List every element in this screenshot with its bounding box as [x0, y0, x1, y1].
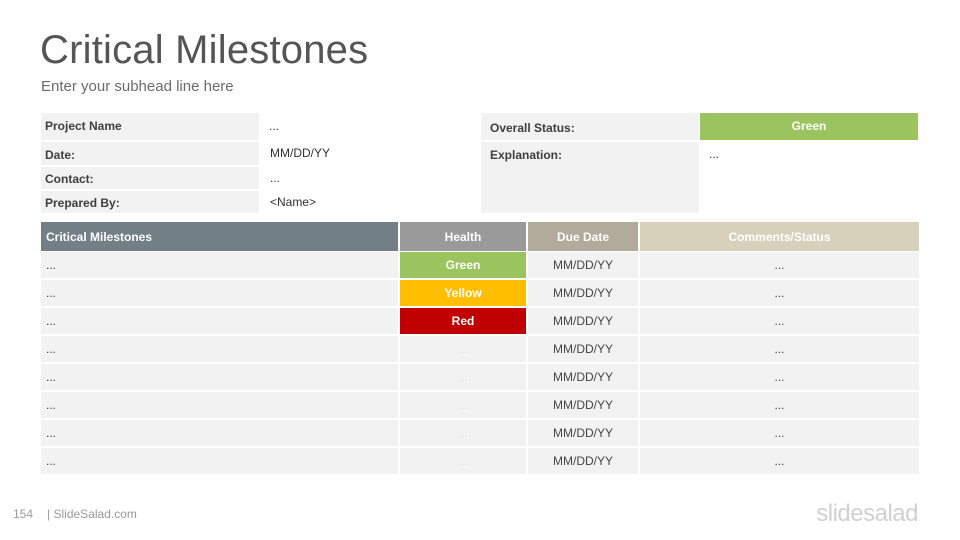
overall-status-label: Overall Status: [481, 113, 699, 140]
milestones-table: Critical Milestones Health Due Date Comm… [39, 222, 921, 476]
comments-cell: ... [640, 308, 919, 336]
table-row: ... ... MM/DD/YY ... [41, 448, 919, 476]
overall-status-value: Green [700, 113, 918, 140]
due-date-cell: MM/DD/YY [528, 392, 638, 420]
header-critical-milestones: Critical Milestones [41, 222, 398, 252]
milestone-cell: ... [41, 392, 398, 420]
due-date-cell: MM/DD/YY [528, 420, 638, 448]
date-label: Date: [41, 142, 259, 165]
milestone-cell: ... [41, 308, 398, 336]
project-name-label: Project Name [41, 113, 259, 140]
health-cell: ... [400, 448, 526, 476]
health-cell: ... [400, 392, 526, 420]
table-row: ... ... MM/DD/YY ... [41, 420, 919, 448]
comments-cell: ... [640, 448, 919, 476]
comments-cell: ... [640, 392, 919, 420]
explanation-value: ... [709, 147, 720, 161]
health-cell: Yellow [400, 280, 526, 308]
prepared-by-value: <Name> [270, 195, 317, 209]
prepared-by-label: Prepared By: [41, 191, 259, 213]
footer-site: | SlideSalad.com [47, 507, 137, 521]
health-cell: Red [400, 308, 526, 336]
header-comments-status: Comments/Status [640, 222, 919, 252]
header-health: Health [400, 222, 526, 252]
health-cell: Green [400, 252, 526, 280]
table-row: ... Red MM/DD/YY ... [41, 308, 919, 336]
brand-logo: slidesalad [816, 500, 918, 527]
due-date-cell: MM/DD/YY [528, 280, 638, 308]
due-date-cell: MM/DD/YY [528, 336, 638, 364]
milestone-cell: ... [41, 448, 398, 476]
comments-cell: ... [640, 336, 919, 364]
footer: 154 | SlideSalad.com [13, 507, 137, 521]
table-row: ... Green MM/DD/YY ... [41, 252, 919, 280]
project-name-value: ... [269, 119, 280, 133]
slide-subhead: Enter your subhead line here [41, 78, 234, 95]
milestone-cell: ... [41, 252, 398, 280]
explanation-label: Explanation: [481, 142, 699, 213]
comments-cell: ... [640, 252, 919, 280]
slide-title: Critical Milestones [40, 28, 369, 72]
comments-cell: ... [640, 420, 919, 448]
header-due-date: Due Date [528, 222, 638, 252]
due-date-cell: MM/DD/YY [528, 448, 638, 476]
table-row: ... Yellow MM/DD/YY ... [41, 280, 919, 308]
comments-cell: ... [640, 280, 919, 308]
milestone-cell: ... [41, 364, 398, 392]
page-number: 154 [13, 507, 34, 521]
milestone-cell: ... [41, 280, 398, 308]
date-value: MM/DD/YY [270, 146, 330, 160]
contact-label: Contact: [41, 167, 259, 189]
health-cell: ... [400, 364, 526, 392]
table-row: ... ... MM/DD/YY ... [41, 392, 919, 420]
table-header-row: Critical Milestones Health Due Date Comm… [41, 222, 919, 252]
comments-cell: ... [640, 364, 919, 392]
due-date-cell: MM/DD/YY [528, 364, 638, 392]
health-cell: ... [400, 420, 526, 448]
milestone-cell: ... [41, 336, 398, 364]
due-date-cell: MM/DD/YY [528, 252, 638, 280]
contact-value: ... [270, 171, 281, 185]
table-row: ... ... MM/DD/YY ... [41, 364, 919, 392]
due-date-cell: MM/DD/YY [528, 308, 638, 336]
milestone-cell: ... [41, 420, 398, 448]
health-cell: ... [400, 336, 526, 364]
table-row: ... ... MM/DD/YY ... [41, 336, 919, 364]
